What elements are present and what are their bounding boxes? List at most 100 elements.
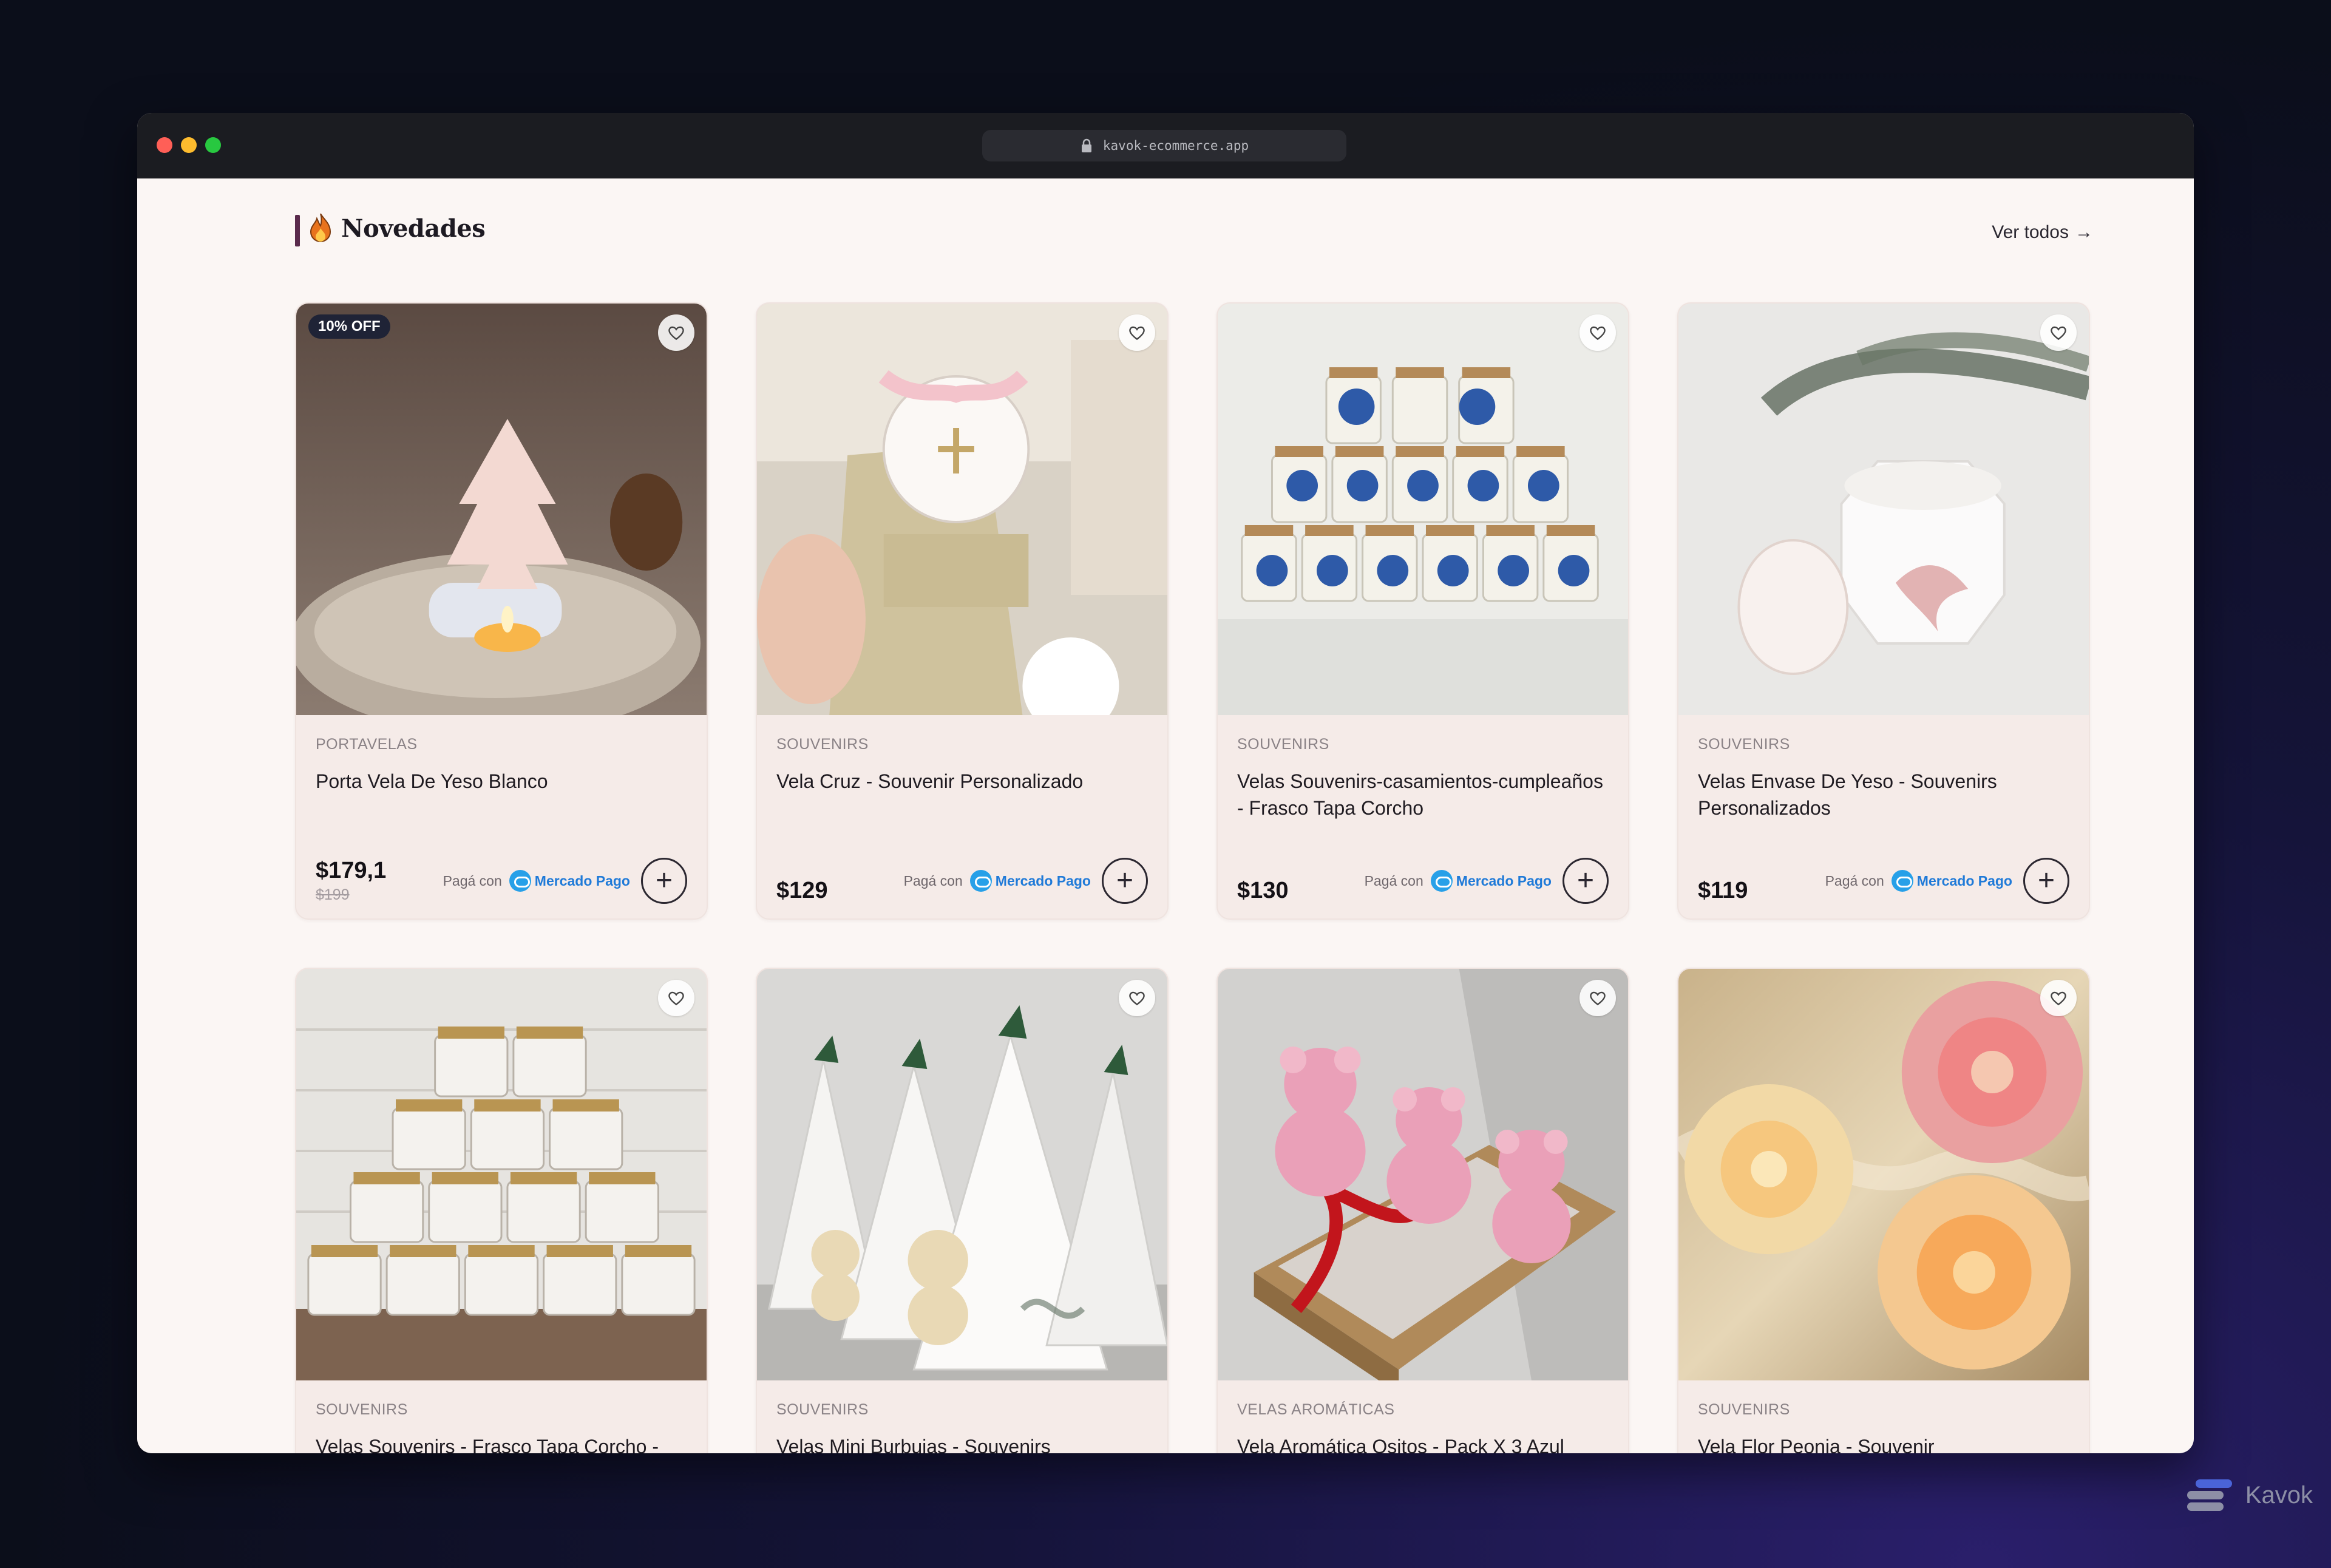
mercado-pago-icon — [1430, 870, 1453, 892]
product-category: SOUVENIRS — [1698, 736, 1790, 753]
product-footer: $130 Pagá con Mercado Pago + — [1237, 858, 1609, 904]
product-image[interactable]: 10% OFF — [296, 304, 707, 715]
maximize-window-button[interactable] — [205, 137, 221, 153]
product-footer: $179,1 $199 Pagá con Mercado Pago + — [316, 858, 687, 904]
product-image[interactable] — [1678, 304, 2089, 715]
arrow-right-icon: → — [2075, 222, 2093, 242]
product-info: SOUVENIRS Vela Flor Peonia - Souvenir — [1678, 1380, 2089, 1453]
favorite-button[interactable] — [1579, 980, 1616, 1016]
price-block: $129 — [776, 878, 828, 904]
favorite-button[interactable] — [1579, 314, 1616, 351]
mercado-pago-brand: Mercado Pago — [969, 870, 1091, 892]
browser-window: kavok-ecommerce.app Novedades Ver todos … — [137, 113, 2194, 1453]
product-card[interactable]: 10% OFF PORTAVELAS Porta Vela De Yeso Bl… — [295, 302, 708, 920]
address-bar[interactable]: kavok-ecommerce.app — [982, 130, 1346, 161]
window-controls — [157, 137, 221, 153]
product-card[interactable]: SOUVENIRS Velas Souvenirs-casamientos-cu… — [1216, 302, 1629, 920]
product-name[interactable]: Vela Aromática Ositos - Pack X 3 Azul — [1237, 1433, 1609, 1453]
page-content: Novedades Ver todos → 10% OFF PORTAVELAS… — [137, 178, 2194, 1453]
product-info: VELAS AROMÁTICAS Vela Aromática Ositos -… — [1218, 1380, 1628, 1453]
heart-icon — [2051, 326, 2066, 341]
product-name[interactable]: Porta Vela De Yeso Blanco — [316, 768, 687, 795]
product-name[interactable]: Vela Cruz - Souvenir Personalizado — [776, 768, 1148, 795]
mercado-pago-brand: Mercado Pago — [1891, 870, 2012, 892]
product-footer: $129 Pagá con Mercado Pago + — [776, 858, 1148, 904]
add-to-cart-button[interactable]: + — [641, 858, 687, 904]
price-block: $119 — [1698, 878, 1748, 904]
see-all-label: Ver todos — [1992, 222, 2069, 242]
add-to-cart-button[interactable]: + — [1562, 858, 1609, 904]
heart-icon — [668, 991, 684, 1006]
product-footer: $119 Pagá con Mercado Pago + — [1698, 858, 2069, 904]
see-all-link[interactable]: Ver todos → — [1992, 222, 2093, 243]
product-name[interactable]: Velas Mini Burbujas - Souvenirs — [776, 1433, 1148, 1453]
product-image[interactable] — [1218, 969, 1628, 1380]
add-to-cart-button[interactable]: + — [2023, 858, 2069, 904]
add-to-cart-button[interactable]: + — [1102, 858, 1148, 904]
heart-icon — [668, 326, 684, 341]
pay-label: Pagá con — [1364, 872, 1423, 889]
payment-info: Pagá con Mercado Pago — [904, 870, 1091, 892]
favorite-button[interactable] — [2040, 980, 2077, 1016]
product-image[interactable] — [757, 304, 1167, 715]
section-accent-bar — [295, 215, 300, 246]
product-image[interactable] — [1678, 969, 2089, 1380]
product-category: SOUVENIRS — [316, 1401, 408, 1418]
watermark: Kavok — [2183, 1477, 2313, 1513]
product-name[interactable]: Velas Souvenirs - Frasco Tapa Corcho - — [316, 1433, 687, 1453]
product-info: SOUVENIRS Velas Souvenirs - Frasco Tapa … — [296, 1380, 707, 1453]
favorite-button[interactable] — [658, 980, 694, 1016]
minimize-window-button[interactable] — [181, 137, 197, 153]
heart-icon — [1590, 991, 1606, 1006]
product-card[interactable]: SOUVENIRS Velas Envase De Yeso - Souveni… — [1677, 302, 2090, 920]
product-info: SOUVENIRS Velas Envase De Yeso - Souveni… — [1678, 715, 2089, 918]
product-name[interactable]: Velas Envase De Yeso - Souvenirs Persona… — [1698, 768, 2069, 821]
product-category: VELAS AROMÁTICAS — [1237, 1401, 1395, 1418]
product-name[interactable]: Vela Flor Peonia - Souvenir — [1698, 1433, 2069, 1453]
product-image[interactable] — [296, 969, 707, 1380]
product-image[interactable] — [1218, 304, 1628, 715]
product-info: PORTAVELAS Porta Vela De Yeso Blanco $17… — [296, 715, 707, 918]
product-category: SOUVENIRS — [1237, 736, 1329, 753]
favorite-button[interactable] — [1119, 314, 1155, 351]
product-card[interactable]: SOUVENIRS Velas Mini Burbujas - Souvenir… — [756, 968, 1169, 1453]
mercado-pago-label: Mercado Pago — [1456, 872, 1552, 889]
url-text: kavok-ecommerce.app — [1102, 138, 1249, 153]
close-window-button[interactable] — [157, 137, 172, 153]
section-title: Novedades — [341, 214, 486, 243]
product-category: SOUVENIRS — [776, 736, 869, 753]
price-block: $130 — [1237, 878, 1289, 904]
pay-label: Pagá con — [903, 872, 963, 889]
product-category: SOUVENIRS — [776, 1401, 869, 1418]
mercado-pago-icon — [1891, 870, 1913, 892]
favorite-button[interactable] — [2040, 314, 2077, 351]
product-info: SOUVENIRS Velas Souvenirs-casamientos-cu… — [1218, 715, 1628, 918]
payment-info: Pagá con Mercado Pago — [443, 870, 630, 892]
favorite-button[interactable] — [1119, 980, 1155, 1016]
product-price: $119 — [1698, 878, 1748, 903]
mercado-pago-icon — [969, 870, 992, 892]
product-info: SOUVENIRS Vela Cruz - Souvenir Personali… — [757, 715, 1167, 918]
product-name[interactable]: Velas Souvenirs-casamientos-cumpleaños -… — [1237, 768, 1609, 821]
product-old-price: $199 — [316, 886, 350, 903]
product-card[interactable]: SOUVENIRS Velas Souvenirs - Frasco Tapa … — [295, 968, 708, 1453]
product-category: SOUVENIRS — [1698, 1401, 1790, 1418]
product-price: $130 — [1237, 878, 1289, 903]
kavok-logo-icon — [2187, 1479, 2232, 1511]
payment-info: Pagá con Mercado Pago — [1365, 870, 1552, 892]
product-card[interactable]: VELAS AROMÁTICAS Vela Aromática Ositos -… — [1216, 968, 1629, 1453]
product-card[interactable]: SOUVENIRS Vela Flor Peonia - Souvenir — [1677, 968, 2090, 1453]
product-info: SOUVENIRS Velas Mini Burbujas - Souvenir… — [757, 1380, 1167, 1453]
price-block: $179,1 $199 — [316, 858, 386, 904]
mercado-pago-label: Mercado Pago — [1916, 872, 2012, 889]
mercado-pago-label: Mercado Pago — [534, 872, 630, 889]
mercado-pago-brand: Mercado Pago — [509, 870, 630, 892]
page: { "browser": { "url": "kavok-ecommerce.a… — [0, 0, 2331, 1568]
heart-icon — [2051, 991, 2066, 1006]
product-card[interactable]: SOUVENIRS Vela Cruz - Souvenir Personali… — [756, 302, 1169, 920]
product-image[interactable] — [757, 969, 1167, 1380]
pay-label: Pagá con — [443, 872, 502, 889]
favorite-button[interactable] — [658, 314, 694, 351]
product-price: $129 — [776, 878, 828, 903]
mercado-pago-label: Mercado Pago — [995, 872, 1091, 889]
